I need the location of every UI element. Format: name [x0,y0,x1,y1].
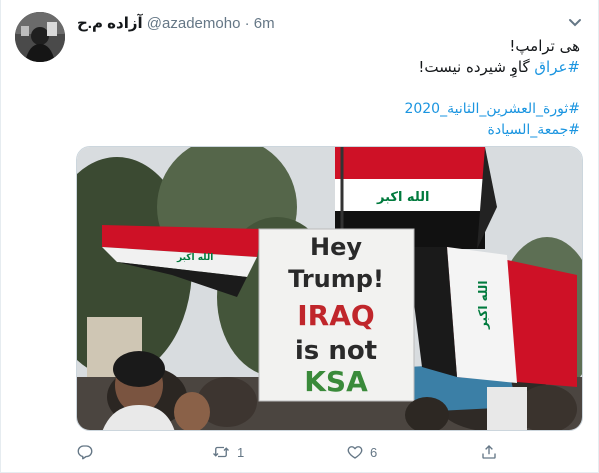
retweet-icon [213,446,229,458]
sign-line-4: is not [295,336,377,366]
flag-text-right: الله اكبر [476,281,490,330]
sign-line-3: IRAQ [297,299,374,332]
retweet-button[interactable]: 1 [211,440,244,464]
tweet-text: هی ترامپ! #عراق گاوِ شیرده نیست! #ثورة_ا… [80,36,580,141]
tweet-header: آزاده م.ح @azademoho · 6m [77,14,275,34]
like-button[interactable]: 6 [346,440,377,464]
sign-line-2: Trump! [288,265,384,293]
tweet-actions: 1 6 [76,440,576,464]
hashtag-sovereignty-friday[interactable]: #جمعة_السيادة [80,120,580,141]
retweet-count: 1 [237,444,245,460]
flag-text-top: الله اكبر [376,190,429,205]
tweet-photo[interactable]: الله اكبر الله اكبر الله اكبر Hey Trump!… [76,146,583,431]
user-handle[interactable]: @azademoho [147,15,241,32]
flag-text-left: الله اكبر [176,253,213,263]
hashtag-revolution[interactable]: #ثورة_العشرين_الثانية_2020 [80,99,580,120]
tweet-line-1: هی ترامپ! [509,37,580,55]
tweet-line-2-text: گاوِ شیرده نیست! [418,58,535,76]
tweet-time[interactable]: 6m [254,15,275,32]
reply-button[interactable] [76,440,100,464]
protest-sign: Hey Trump! IRAQ is not KSA [258,228,415,402]
separator-dot: · [244,15,250,32]
like-count: 6 [370,444,378,460]
tweet-card[interactable]: آزاده م.ح @azademoho · 6m هی ترامپ! #عرا… [0,0,599,473]
reply-icon [77,445,93,460]
heart-icon [347,446,363,459]
hashtag-iraq[interactable]: #عراق [534,58,580,76]
display-name[interactable]: آزاده م.ح [77,15,143,32]
avatar[interactable] [15,12,65,62]
chevron-down-icon[interactable] [564,12,586,34]
sign-line-5: KSA [304,365,368,398]
sign-line-1: Hey [310,233,362,261]
tweet-line-2: #عراق گاوِ شیرده نیست! [80,57,580,78]
share-icon [482,445,496,459]
share-button[interactable] [480,440,498,464]
